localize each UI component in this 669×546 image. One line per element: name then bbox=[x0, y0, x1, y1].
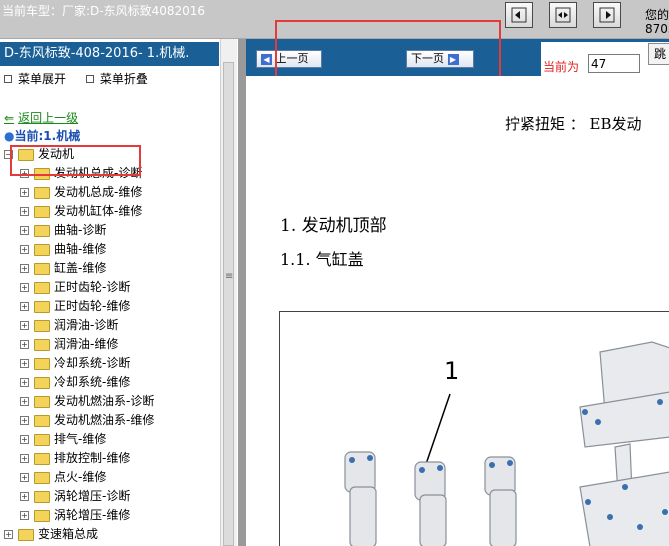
folder-icon bbox=[34, 433, 50, 446]
expand-icon[interactable]: + bbox=[20, 416, 29, 425]
highlight-box-tree bbox=[10, 145, 141, 176]
sidebar-scrollbar[interactable]: ≡ bbox=[220, 39, 237, 546]
expand-icon[interactable]: + bbox=[20, 207, 29, 216]
folder-icon bbox=[18, 528, 34, 541]
folder-icon bbox=[34, 224, 50, 237]
expand-icon[interactable]: + bbox=[20, 511, 29, 520]
tree-node-child[interactable]: + 冷却系统-维修 bbox=[20, 373, 130, 392]
tree-node-child[interactable]: + 涡轮增压-诊断 bbox=[20, 487, 130, 506]
expand-icon[interactable]: + bbox=[20, 340, 29, 349]
prev-page-icon[interactable] bbox=[505, 2, 533, 28]
square-icon bbox=[4, 75, 12, 83]
current-location: ●当前:1.机械 bbox=[4, 129, 81, 143]
user-icon: ● bbox=[4, 129, 15, 143]
sidebar: D-东风标致-408-2016- 1.机械. 菜单展开 菜单折叠 ⇐ 返回上一级 … bbox=[0, 39, 220, 546]
folder-icon bbox=[34, 376, 50, 389]
folder-icon bbox=[34, 243, 50, 256]
menu-expand-button[interactable]: 菜单展开 bbox=[0, 72, 72, 86]
tree-node-child[interactable]: + 冷却系统-诊断 bbox=[20, 354, 130, 373]
grip-icon: ≡ bbox=[225, 271, 234, 282]
expand-icon[interactable]: + bbox=[20, 283, 29, 292]
folder-icon bbox=[34, 452, 50, 465]
expand-icon[interactable]: + bbox=[20, 435, 29, 444]
panel-divider[interactable] bbox=[238, 39, 246, 546]
section-heading: 1. 发动机顶部 bbox=[280, 216, 387, 236]
expand-icon[interactable]: + bbox=[20, 492, 29, 501]
tree-node-child[interactable]: + 发动机燃油系-诊断 bbox=[20, 392, 154, 411]
expand-icon[interactable]: + bbox=[20, 473, 29, 482]
tree-node-child[interactable]: + 排放控制-维修 bbox=[20, 449, 130, 468]
folder-icon bbox=[34, 414, 50, 427]
tree-node-child[interactable]: + 发动机燃油系-维修 bbox=[20, 411, 154, 430]
folder-icon bbox=[34, 262, 50, 275]
tree-node-child[interactable]: + 正时齿轮-诊断 bbox=[20, 278, 130, 297]
tree-node-child[interactable]: + 缸盖-维修 bbox=[20, 259, 106, 278]
folder-icon bbox=[34, 186, 50, 199]
tree-node-child[interactable]: + 排气-维修 bbox=[20, 430, 106, 449]
expand-icon[interactable]: + bbox=[20, 321, 29, 330]
arrow-left-icon: ◀ bbox=[261, 53, 272, 65]
tree-node-child[interactable]: + 润滑油-维修 bbox=[20, 335, 118, 354]
folder-icon bbox=[34, 357, 50, 370]
vehicle-label: 当前车型：厂家:D-东风标致4082016 bbox=[2, 4, 206, 18]
tree-node-child[interactable]: + 发动机总成-维修 bbox=[20, 183, 142, 202]
folder-icon bbox=[34, 338, 50, 351]
fit-width-icon[interactable] bbox=[549, 2, 577, 28]
tree-node-child[interactable]: + 涡轮增压-维修 bbox=[20, 506, 130, 525]
back-link[interactable]: ⇐ 返回上一级 bbox=[4, 109, 78, 126]
page-number-input[interactable] bbox=[588, 54, 640, 73]
sidebar-title: D-东风标致-408-2016- 1.机械. bbox=[0, 42, 219, 66]
tree-node-child[interactable]: + 曲轴-维修 bbox=[20, 240, 106, 259]
expand-icon[interactable]: + bbox=[20, 378, 29, 387]
jump-button[interactable]: 跳 bbox=[648, 43, 669, 65]
tree-node-child[interactable]: + 发动机缸体-维修 bbox=[20, 202, 142, 221]
expand-icon[interactable]: + bbox=[20, 302, 29, 311]
engine-figure bbox=[279, 311, 669, 546]
expand-icon[interactable]: + bbox=[20, 359, 29, 368]
expand-icon[interactable]: + bbox=[4, 530, 13, 539]
callout-number: 1 bbox=[444, 357, 460, 385]
expand-icon[interactable]: + bbox=[20, 264, 29, 273]
menu-collapse-button[interactable]: 菜单折叠 bbox=[82, 72, 154, 86]
arrow-left-icon: ⇐ bbox=[4, 111, 15, 125]
tree-node-child[interactable]: + 点火-维修 bbox=[20, 468, 106, 487]
page-label: 当前为 bbox=[543, 60, 580, 74]
folder-icon bbox=[34, 509, 50, 522]
expand-icon[interactable]: + bbox=[20, 397, 29, 406]
scrollbar-thumb[interactable] bbox=[223, 62, 234, 546]
tree-node-next-root[interactable]: + 变速箱总成 bbox=[4, 525, 98, 544]
menu-controls: 菜单展开 菜单折叠 bbox=[0, 70, 160, 88]
torque-text: 拧紧扭矩 ： EB发动 bbox=[505, 115, 642, 133]
folder-icon bbox=[34, 490, 50, 503]
expand-icon[interactable]: + bbox=[20, 245, 29, 254]
folder-icon bbox=[34, 300, 50, 313]
folder-icon bbox=[34, 395, 50, 408]
tree-node-child[interactable]: + 正时齿轮-维修 bbox=[20, 297, 130, 316]
folder-icon bbox=[34, 319, 50, 332]
subsection-heading: 1.1. 气缸盖 bbox=[280, 250, 364, 269]
folder-icon bbox=[34, 205, 50, 218]
square-icon bbox=[85, 75, 94, 83]
tree-node-child[interactable]: + 润滑油-诊断 bbox=[20, 316, 118, 335]
folder-icon bbox=[34, 281, 50, 294]
next-page-icon[interactable] bbox=[593, 2, 621, 28]
tree-node-child[interactable]: + 曲轴-诊断 bbox=[20, 221, 106, 240]
expand-icon[interactable]: + bbox=[20, 454, 29, 463]
expand-icon[interactable]: + bbox=[20, 188, 29, 197]
user-info: 您的 8703 bbox=[645, 8, 669, 36]
folder-icon bbox=[34, 471, 50, 484]
expand-icon[interactable]: + bbox=[20, 226, 29, 235]
cylinder-head-illustration bbox=[344, 341, 669, 546]
